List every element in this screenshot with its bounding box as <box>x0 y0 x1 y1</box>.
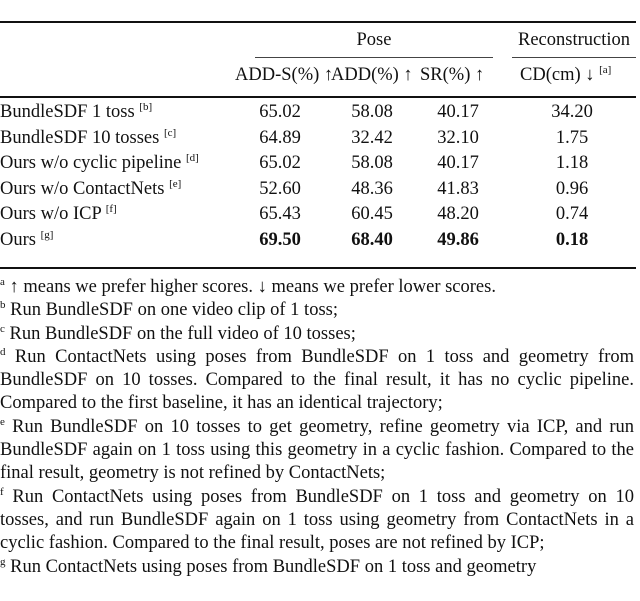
top-rule <box>0 21 636 23</box>
cd-label: CD(cm) ↓ <box>520 65 595 85</box>
table-row-method: BundleSDF 10 tosses [c] <box>0 127 176 149</box>
col-header-cd: CD(cm) ↓ [a] <box>520 64 611 86</box>
footnote-mark: f <box>0 485 4 498</box>
table-cell: 65.02 <box>259 153 301 174</box>
col-header-sr: SR(%) ↑ <box>420 65 485 85</box>
table-cell: 40.17 <box>437 153 479 174</box>
footnote-text: ↑ means we prefer higher scores. ↓ means… <box>9 277 496 297</box>
footnote-text: Run ContactNets using poses from BundleS… <box>0 346 635 414</box>
row-note: [g] <box>40 229 54 241</box>
method-name: Ours <box>0 230 36 250</box>
footnote-text: Run BundleSDF on 10 tosses to get geomet… <box>0 416 635 484</box>
column-note: [a] <box>599 64 612 76</box>
table-cell: 40.17 <box>437 102 479 122</box>
footnote-mark: d <box>0 345 6 358</box>
table-cell: 68.40 <box>351 230 393 250</box>
table-cell: 0.96 <box>555 178 589 199</box>
table-cell: 1.75 <box>555 127 589 148</box>
table-cell: 58.08 <box>351 153 393 174</box>
table-row-method: Ours w/o ContactNets [e] <box>0 178 181 200</box>
method-name: Ours w/o cyclic pipeline <box>0 153 182 174</box>
header-rule <box>0 96 636 98</box>
row-note: [d] <box>185 152 199 165</box>
pose-cmidrule <box>255 57 493 58</box>
footnotes: a ↑ means we prefer higher scores. ↓ mea… <box>0 276 634 579</box>
footnote: a ↑ means we prefer higher scores. ↓ mea… <box>0 276 634 299</box>
table-cell: 48.36 <box>351 178 393 199</box>
method-name: BundleSDF 10 tosses <box>0 127 160 148</box>
footnote: f Run ContactNets using poses from Bundl… <box>0 486 634 556</box>
footnote-text: Run BundleSDF on one video clip of 1 tos… <box>10 300 338 321</box>
bottom-rule <box>0 267 636 269</box>
footnote-text: Run BundleSDF on the full video of 10 to… <box>9 323 356 344</box>
table-cell: 1.18 <box>555 153 589 174</box>
table-cell: 41.83 <box>437 178 479 199</box>
table-cell: 65.43 <box>259 204 301 225</box>
footnote-mark: c <box>0 322 5 335</box>
table-cell: 32.10 <box>437 127 479 148</box>
row-note: [c] <box>163 126 177 139</box>
footnote-mark: e <box>0 415 5 428</box>
table-cell: 52.60 <box>259 178 301 199</box>
footnote: e Run BundleSDF on 10 tosses to get geom… <box>0 416 634 486</box>
method-name: Ours w/o ICP <box>0 204 102 225</box>
footnote: b Run BundleSDF on one video clip of 1 t… <box>0 299 634 322</box>
table-cell: 0.74 <box>555 204 589 225</box>
footnote-text: Run ContactNets using poses from BundleS… <box>0 486 635 554</box>
row-note: [e] <box>169 177 182 190</box>
method-name: Ours w/o ContactNets <box>0 178 165 199</box>
table-row-method: Ours w/o cyclic pipeline [d] <box>0 152 199 174</box>
footnote-mark: a <box>0 276 5 288</box>
table-cell: 58.08 <box>351 102 393 122</box>
group-header-reconstruction: Reconstruction <box>517 30 630 50</box>
table-cell: 65.02 <box>259 102 301 122</box>
col-header-add: ADD(%) ↑ <box>331 65 413 85</box>
table-cell: 64.89 <box>259 127 301 148</box>
col-header-adds: ADD-S(%) ↑ <box>235 65 334 85</box>
table-cell: 60.45 <box>351 204 393 225</box>
table-cell: 32.42 <box>351 127 393 148</box>
reconstruction-cmidrule <box>512 57 636 58</box>
footnote: d Run ContactNets using poses from Bundl… <box>0 346 634 416</box>
table-cell: 48.20 <box>437 204 479 225</box>
table-cell: 49.86 <box>437 230 479 250</box>
footnote-mark: b <box>0 299 6 312</box>
table-row-method: Ours w/o ICP [f] <box>0 203 117 225</box>
table-cell: 34.20 <box>551 102 593 122</box>
footnote-mark: g <box>0 555 6 568</box>
method-name: BundleSDF 1 toss <box>0 102 135 122</box>
footnote-text: Run ContactNets using poses from BundleS… <box>10 556 537 577</box>
group-header-pose: Pose <box>356 30 392 50</box>
row-note: [f] <box>105 203 117 216</box>
footnote: c Run BundleSDF on the full video of 10 … <box>0 323 634 346</box>
table-cell: 69.50 <box>259 230 301 250</box>
row-note: [b] <box>139 101 153 113</box>
footnote: g Run ContactNets using poses from Bundl… <box>0 556 634 579</box>
table-row-method: Ours [g] <box>0 229 53 251</box>
table-row-method: BundleSDF 1 toss [b] <box>0 101 152 123</box>
table-cell: 0.18 <box>555 230 589 250</box>
